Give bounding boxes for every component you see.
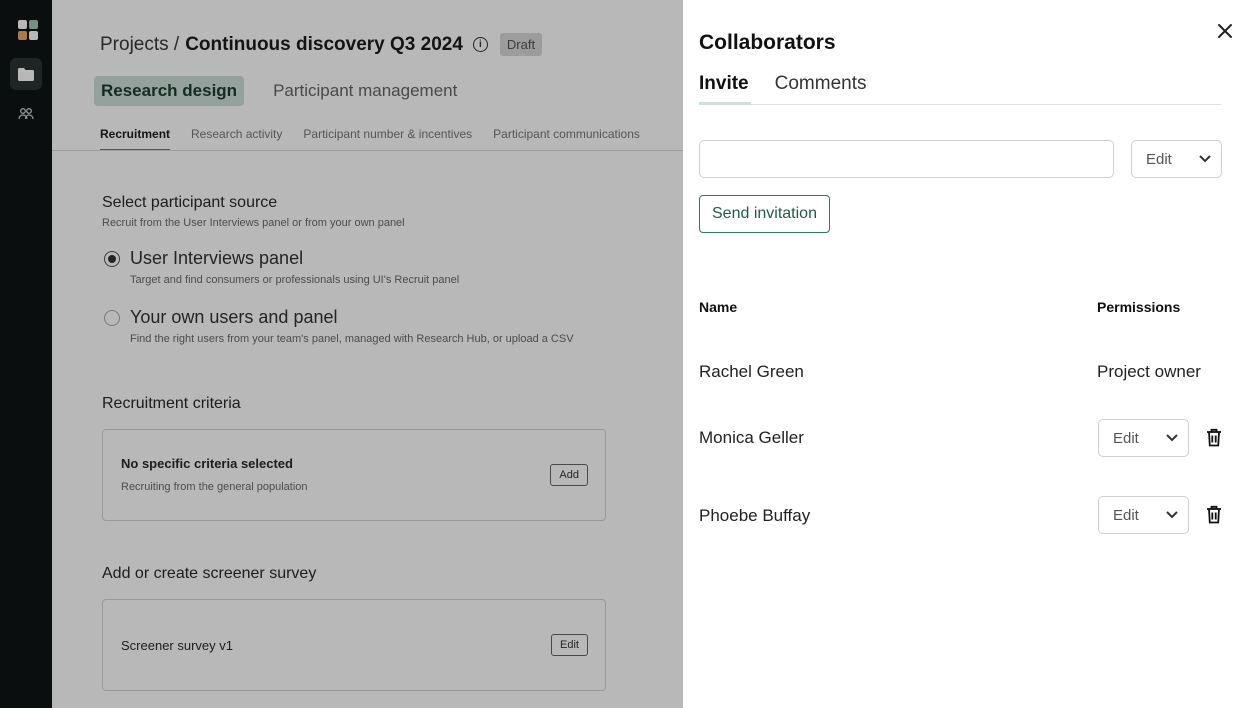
- people-icon[interactable]: [10, 100, 42, 128]
- column-header-name: Name: [699, 299, 738, 315]
- collaborators-drawer: Collaborators Invite Comments Edit Send …: [683, 0, 1251, 708]
- send-invitation-button[interactable]: Send invitation: [699, 195, 830, 233]
- radio-own-panel[interactable]: Your own users and panel: [104, 307, 337, 328]
- tabs-divider: [699, 104, 1221, 105]
- info-icon[interactable]: i: [472, 37, 488, 52]
- subtab-research-activity[interactable]: Research activity: [191, 127, 282, 151]
- tab-invite[interactable]: Invite: [699, 73, 749, 95]
- select-value: Edit: [1113, 506, 1139, 524]
- collaborator-name: Rachel Green: [699, 362, 804, 381]
- radio-selected-icon[interactable]: [104, 250, 120, 267]
- status-badge: Draft: [499, 33, 543, 56]
- criteria-card-subtitle: Recruiting from the general population: [121, 481, 308, 493]
- section-subtitle-source: Recruit from the User Interviews panel o…: [102, 217, 405, 229]
- radio-label: Your own users and panel: [130, 307, 338, 327]
- chevron-down-icon: [1166, 511, 1178, 519]
- column-header-permissions: Permissions: [1097, 299, 1181, 315]
- radio-description: Target and find consumers or professiona…: [130, 274, 460, 286]
- folder-icon[interactable]: [10, 58, 42, 90]
- trash-icon[interactable]: [1206, 505, 1224, 525]
- active-tab-indicator: [699, 102, 751, 105]
- subtab-participant-number[interactable]: Participant number & incentives: [303, 127, 472, 151]
- subtab-participant-communications[interactable]: Participant communications: [493, 127, 640, 151]
- section-title-source: Select participant source: [102, 194, 278, 211]
- sub-tabs: Recruitment Research activity Participan…: [100, 127, 640, 151]
- left-rail: [0, 0, 52, 708]
- breadcrumb-root[interactable]: Projects /: [100, 34, 179, 56]
- add-criteria-button[interactable]: Add: [550, 464, 588, 486]
- criteria-card-title: No specific criteria selected: [121, 456, 293, 471]
- trash-icon[interactable]: [1206, 428, 1224, 448]
- select-value: Edit: [1146, 150, 1172, 168]
- radio-unselected-icon[interactable]: [104, 309, 120, 326]
- tab-comments[interactable]: Comments: [775, 73, 867, 95]
- criteria-card: No specific criteria selected Recruiting…: [102, 429, 606, 521]
- permission-owner-label: Project owner: [1097, 362, 1201, 381]
- select-value: Edit: [1113, 429, 1139, 447]
- radio-ui-panel[interactable]: User Interviews panel: [104, 248, 303, 269]
- chevron-down-icon: [1166, 434, 1178, 442]
- top-tabs: Research design Participant management: [94, 76, 464, 106]
- subtab-recruitment[interactable]: Recruitment: [100, 127, 171, 151]
- permission-select[interactable]: Edit: [1098, 496, 1189, 534]
- project-main: Projects / Continuous discovery Q3 2024 …: [52, 0, 683, 708]
- drawer-tabs: Invite Comments: [699, 73, 866, 95]
- tab-research-design[interactable]: Research design: [94, 76, 245, 106]
- divider: [52, 150, 683, 151]
- screener-card-title: Screener survey v1: [121, 638, 233, 653]
- section-title-screener: Add or create screener survey: [102, 565, 317, 582]
- drawer-title: Collaborators: [699, 31, 836, 54]
- radio-description: Find the right users from your team's pa…: [130, 333, 574, 345]
- invite-permission-select[interactable]: Edit: [1131, 140, 1222, 178]
- chevron-down-icon: [1199, 155, 1211, 163]
- collaborator-name: Monica Geller: [699, 428, 804, 447]
- edit-screener-button[interactable]: Edit: [551, 634, 588, 656]
- screener-card: Screener survey v1 Edit: [102, 599, 606, 691]
- radio-label: User Interviews panel: [130, 248, 304, 268]
- project-title: Continuous discovery Q3 2024: [185, 33, 463, 55]
- invite-email-input[interactable]: [699, 140, 1114, 178]
- breadcrumb: Projects / Continuous discovery Q3 2024 …: [100, 33, 543, 56]
- tab-participant-management[interactable]: Participant management: [266, 76, 464, 106]
- close-icon[interactable]: [1213, 19, 1237, 43]
- permission-select[interactable]: Edit: [1098, 419, 1189, 457]
- section-title-criteria: Recruitment criteria: [102, 395, 241, 412]
- collaborator-name: Phoebe Buffay: [699, 506, 811, 525]
- app-logo-icon[interactable]: [18, 20, 40, 40]
